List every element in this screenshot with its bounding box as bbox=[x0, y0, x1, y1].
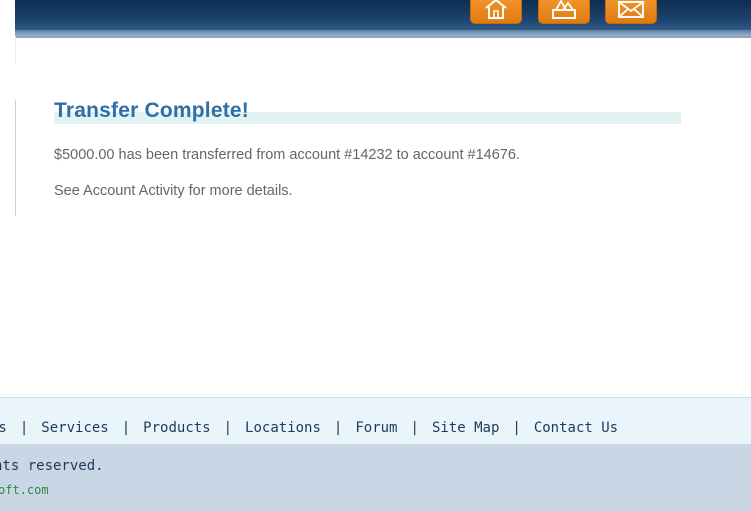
footer-link-sitemap[interactable]: Site Map bbox=[432, 420, 499, 436]
left-divider-top bbox=[15, 36, 16, 64]
footer-link-services[interactable]: Services bbox=[41, 420, 108, 436]
footer-link-about[interactable]: Us bbox=[0, 420, 7, 436]
footer-nav-links: Us | Services | Products | Locations | Forum | Sit… bbox=[0, 420, 618, 436]
nav-separator: | bbox=[512, 420, 521, 436]
nav-separator: | bbox=[223, 420, 233, 436]
contact-button[interactable] bbox=[605, 0, 657, 24]
account-activity-link[interactable]: See Account Activity bbox=[54, 183, 185, 199]
footer-link-locations[interactable]: Locations bbox=[245, 420, 321, 436]
nav-separator: | bbox=[121, 420, 131, 436]
home-button[interactable] bbox=[470, 0, 522, 24]
site-link[interactable]: oft.com bbox=[0, 483, 49, 497]
footer-link-products[interactable]: Products bbox=[143, 420, 210, 436]
footer-link-contact[interactable]: Contact Us bbox=[534, 420, 618, 436]
details-suffix: for more details. bbox=[184, 183, 293, 199]
page-title: Transfer Complete! bbox=[54, 99, 249, 122]
details-message: See Account Activity for more details. bbox=[54, 183, 293, 199]
envelope-icon bbox=[617, 0, 645, 19]
footer-bottom: nts reserved. oft.com bbox=[0, 444, 751, 511]
sitemap-icon bbox=[550, 0, 578, 19]
left-divider bbox=[15, 100, 16, 216]
footer-link-forum[interactable]: Forum bbox=[355, 420, 397, 436]
nav-separator: | bbox=[19, 420, 29, 436]
footer-nav: Us | Services | Products | Locations | Forum | Sit… bbox=[0, 397, 751, 445]
sitemap-button[interactable] bbox=[538, 0, 590, 24]
copyright-text: nts reserved. bbox=[0, 458, 104, 474]
header-stripe bbox=[15, 30, 751, 36]
nav-separator: | bbox=[410, 420, 419, 436]
nav-separator: | bbox=[333, 420, 343, 436]
home-icon bbox=[482, 0, 510, 19]
transfer-message: $5000.00 has been transferred from accou… bbox=[54, 147, 520, 163]
